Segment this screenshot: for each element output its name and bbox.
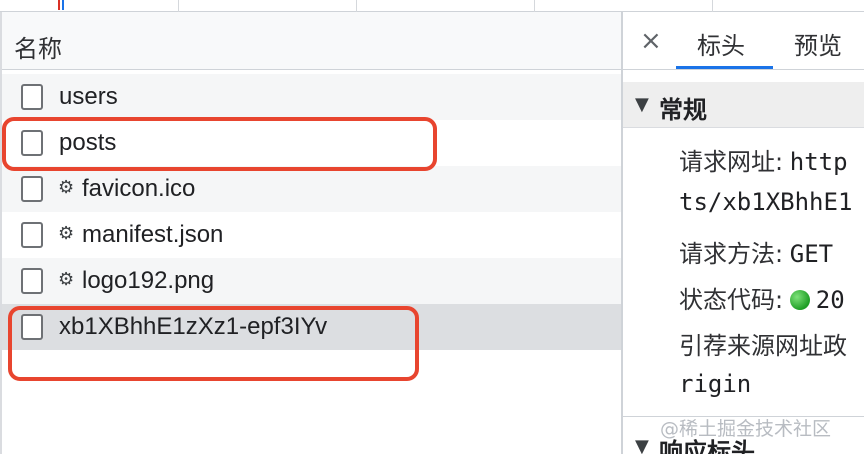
timeline-gridline [356,0,357,12]
request-url-line: 请求网址: http [679,142,848,177]
status-code-value: 20 [815,286,845,314]
request-url-key: 请求网址: [679,148,784,176]
request-name: logo192.png [82,267,215,294]
row-checkbox[interactable] [21,222,43,248]
request-name: posts [59,129,117,156]
timeline-gridline [178,0,179,12]
request-name: favicon.ico [82,175,196,202]
row-checkbox[interactable] [21,314,43,340]
request-name: xb1XBhhE1zXz1-epf3IYv [59,313,328,340]
request-method-key: 请求方法: [679,240,784,268]
request-name: users [59,83,118,110]
tab-preview[interactable]: 预览 [794,26,842,61]
row-checkbox[interactable] [21,130,43,156]
request-row-logo[interactable]: ⚙ logo192.png [2,258,621,304]
section-title: 常规 [659,96,707,124]
referrer-policy-key: 引荐来源网址政 [679,332,847,360]
request-url-value: http [789,148,848,176]
waterfall-timeline-strip [0,0,864,12]
request-row-posts[interactable]: posts [2,120,621,166]
status-ok-dot-icon [789,290,810,310]
tab-headers[interactable]: 标头 [697,26,745,61]
request-row-selected[interactable]: xb1XBhhE1zXz1-epf3IYv [2,304,621,350]
close-icon[interactable]: × [640,26,662,56]
timeline-marker-blue [62,0,64,10]
request-details-pane: × 标头 预览 ▼ 常规 请求网址: http ts/xb1XBhhE1 请求方… [623,12,864,454]
referrer-policy-value-line: rigin [679,370,751,399]
request-url-continued: ts/xb1XBhhE1 [679,188,852,217]
name-column-header[interactable]: 名称 [2,12,621,70]
name-column-label: 名称 [14,35,62,63]
timeline-gridline [534,0,535,12]
request-row-users[interactable]: users [2,74,621,120]
gear-icon: ⚙ [58,269,75,290]
triangle-down-icon: ▼ [635,94,649,115]
gear-icon: ⚙ [58,177,75,198]
timeline-marker-red [58,0,60,10]
timeline-gridline [712,0,713,12]
gear-icon: ⚙ [58,223,75,244]
triangle-down-icon: ▼ [635,436,649,454]
referrer-policy-value: rigin [679,370,752,398]
request-row-manifest[interactable]: ⚙ manifest.json [2,212,621,258]
general-section-header[interactable]: ▼ 常规 [623,82,864,128]
row-checkbox[interactable] [21,176,43,202]
referrer-policy-line: 引荐来源网址政 [679,326,847,361]
status-code-key: 状态代码: [679,286,784,314]
request-name: manifest.json [82,221,224,248]
status-code-line: 状态代码: 20 [679,280,845,315]
request-method-line: 请求方法: GET [679,234,833,269]
request-row-favicon[interactable]: ⚙ favicon.ico [2,166,621,212]
row-checkbox[interactable] [21,268,43,294]
request-method-value: GET [789,240,834,268]
request-url-value-continued: ts/xb1XBhhE1 [679,188,853,216]
details-tab-bar: × 标头 预览 [623,12,864,70]
watermark-text: @稀土掘金技术社区 [660,418,832,440]
active-tab-indicator [676,66,773,69]
row-checkbox[interactable] [21,84,43,110]
request-list-pane: 名称 users posts ⚙ favicon.ico ⚙ manifest.… [0,12,621,454]
